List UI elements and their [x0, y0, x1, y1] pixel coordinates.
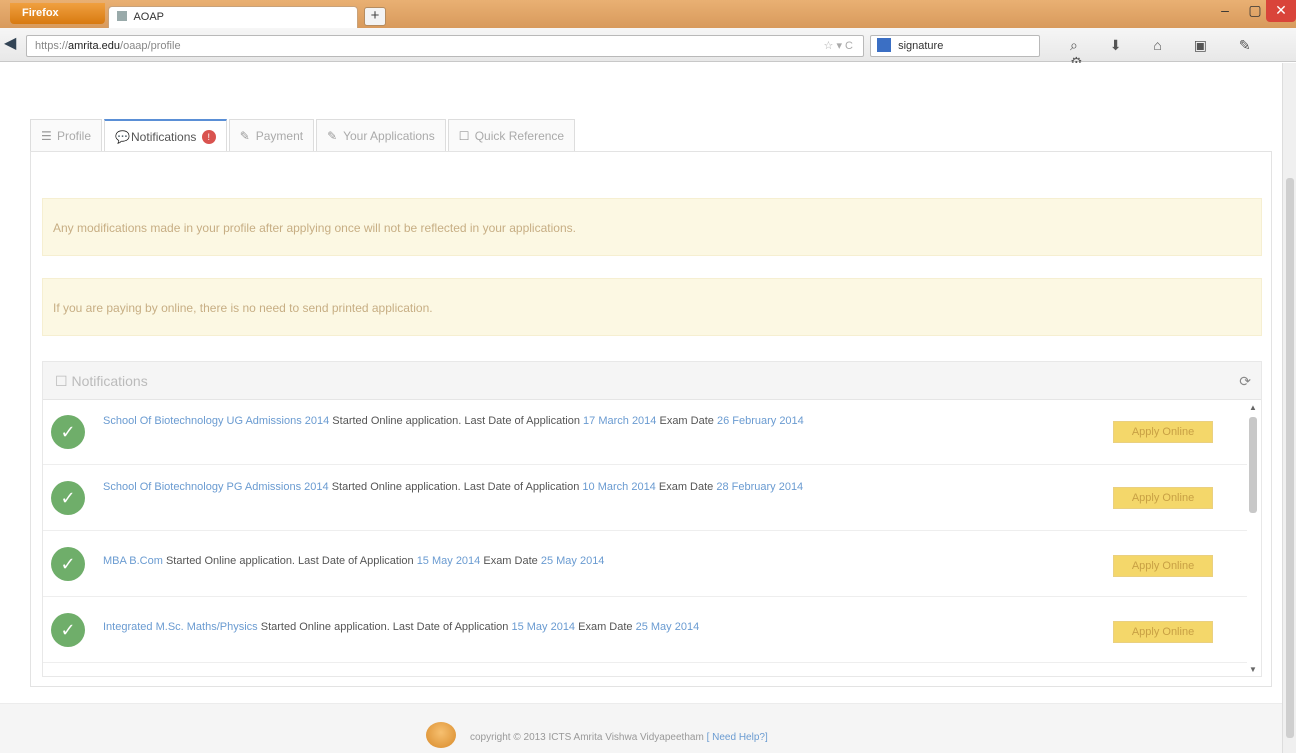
check-icon: ✓	[51, 415, 85, 449]
browser-tab[interactable]: AOAP	[108, 6, 358, 28]
page-content: ☰ Profile 💬Notifications ! ✎ Payment ✎ Your…	[0, 63, 1282, 753]
program-link[interactable]: MBA B.Com	[103, 555, 163, 567]
apply-online-button[interactable]: Apply Online	[1113, 621, 1213, 643]
firefox-menu-button[interactable]: Firefox	[10, 3, 105, 24]
book-icon: ☐	[458, 129, 470, 143]
notifications-box: ☐ Notifications ⟳ ✓ School Of Biotechnol…	[42, 361, 1262, 677]
comment-icon: ☐	[55, 373, 72, 389]
notifications-scrollbar[interactable]: ▲ ▼	[1247, 401, 1261, 676]
notification-body: Started Online application. Last Date of…	[329, 415, 584, 427]
apply-online-button[interactable]: Apply Online	[1113, 487, 1213, 509]
tab-your-applications[interactable]: ✎ Your Applications	[316, 119, 446, 151]
profile-modification-alert: Any modifications made in your profile a…	[42, 198, 1262, 256]
notification-body: Started Online application. Last Date of…	[162, 555, 417, 567]
exam-date-label: Exam Date	[575, 621, 636, 633]
edit-icon[interactable]: ✎	[1239, 37, 1265, 54]
last-date: 15 May 2014	[511, 621, 576, 633]
url-prefix: https://	[35, 40, 69, 52]
notification-text: MBA B.Com Started Online application. La…	[103, 551, 903, 571]
list-item: ✓ MBA B.Com Started Online application. …	[43, 533, 1247, 597]
apply-online-button[interactable]: Apply Online	[1113, 555, 1213, 577]
page-scroll-thumb[interactable]	[1286, 178, 1294, 738]
tab-label: Payment	[255, 129, 304, 143]
address-bar[interactable]: https://amrita.edu/oaap/profile ☆ ▾ C	[26, 35, 864, 57]
exam-date-label: Exam Date	[480, 555, 541, 567]
scroll-down-icon[interactable]: ▼	[1249, 665, 1257, 674]
program-link[interactable]: School Of Biotechnology PG Admissions 20…	[103, 481, 329, 493]
last-date: 17 March 2014	[583, 415, 657, 427]
browser-titlebar: Firefox AOAP + – ▢ ✕	[0, 0, 1296, 28]
program-link[interactable]: School Of Biotechnology UG Admissions 20…	[103, 415, 329, 427]
exam-date: 25 May 2014	[540, 555, 605, 567]
home-icon[interactable]: ⌂	[1153, 37, 1175, 53]
tab-label: Profile	[57, 129, 92, 143]
amrita-logo	[426, 722, 456, 748]
url-tools-icons[interactable]: ☆ ▾ C	[824, 36, 853, 56]
online-payment-alert: If you are paying by online, there is no…	[42, 278, 1262, 336]
browser-tab-title: AOAP	[133, 11, 165, 23]
apply-online-button[interactable]: Apply Online	[1113, 421, 1213, 443]
exam-date: 26 February 2014	[716, 415, 804, 427]
pencil-icon: ✎	[239, 129, 250, 143]
last-date: 15 May 2014	[416, 555, 481, 567]
browser-navbar: ◀ https://amrita.edu/oaap/profile ☆ ▾ C …	[0, 28, 1296, 70]
tab-label: Notifications	[131, 130, 197, 144]
scroll-thumb[interactable]	[1249, 417, 1257, 513]
tab-profile[interactable]: ☰ Profile	[30, 119, 103, 151]
last-date: 10 March 2014	[582, 481, 656, 493]
need-help-link[interactable]: [ Need Help?]	[707, 732, 768, 743]
check-icon: ✓	[51, 547, 85, 581]
download-icon[interactable]: ⬇	[1110, 37, 1136, 54]
tab-label: Your Applications	[343, 129, 435, 143]
minimize-button[interactable]: –	[1210, 0, 1240, 22]
notification-body: Started Online application. Last Date of…	[257, 621, 512, 633]
search-icon[interactable]: ⌕	[1070, 37, 1092, 54]
exam-date: 25 May 2014	[635, 621, 700, 633]
list-item: ✓ School Of Biotechnology PG Admissions …	[43, 467, 1247, 531]
tab-notifications[interactable]: 💬Notifications !	[104, 119, 227, 152]
profile-tabs: ☰ Profile 💬Notifications ! ✎ Payment ✎ Your…	[30, 119, 577, 152]
search-bar[interactable]: signature	[870, 35, 1040, 57]
tab-label: Quick Reference	[474, 129, 565, 143]
exam-date-label: Exam Date	[656, 415, 717, 427]
exam-date: 28 February 2014	[716, 481, 804, 493]
url-domain: amrita.edu	[68, 40, 121, 52]
notifications-title: Notifications	[71, 373, 148, 389]
page-favicon-icon	[117, 11, 127, 21]
tab-payment[interactable]: ✎ Payment	[228, 119, 315, 151]
notification-text: School Of Biotechnology UG Admissions 20…	[103, 411, 903, 431]
tab-quick-reference[interactable]: ☐ Quick Reference	[447, 119, 576, 151]
exam-date-label: Exam Date	[655, 481, 717, 493]
search-bar-text: signature	[898, 40, 944, 52]
notifications-panel: Any modifications made in your profile a…	[30, 151, 1272, 687]
check-icon: ✓	[51, 481, 85, 515]
notification-text: Integrated M.Sc. Maths/Physics Started O…	[103, 617, 903, 637]
refresh-icon[interactable]: ⟳	[1239, 362, 1251, 400]
pencil-icon: ✎	[327, 129, 338, 143]
list-item: ✓ Integrated M.Sc. Maths/Physics Started…	[43, 599, 1247, 663]
page-scrollbar[interactable]	[1282, 63, 1296, 753]
scroll-up-icon[interactable]: ▲	[1249, 403, 1257, 412]
notification-badge: !	[201, 130, 216, 144]
program-link[interactable]: Integrated M.Sc. Maths/Physics	[103, 621, 258, 633]
notifications-list: ✓ School Of Biotechnology UG Admissions …	[43, 401, 1247, 676]
url-path: /oaap/profile	[120, 40, 181, 52]
list-item: ✓ School Of Biotechnology UG Admissions …	[43, 401, 1247, 465]
search-engine-icon[interactable]	[877, 38, 891, 52]
notification-body: Started Online application. Last Date of…	[328, 481, 583, 493]
notifications-header: ☐ Notifications ⟳	[43, 362, 1261, 400]
page-footer: copyright © 2013 ICTS Amrita Vishwa Vidy…	[0, 703, 1282, 753]
close-window-button[interactable]: ✕	[1266, 0, 1296, 22]
copyright-text: copyright © 2013 ICTS Amrita Vishwa Vidy…	[470, 732, 768, 743]
comment-icon: 💬	[115, 130, 130, 144]
screenshot-icon[interactable]: ▣	[1194, 37, 1221, 54]
notification-text: School Of Biotechnology PG Admissions 20…	[103, 477, 903, 497]
check-icon: ✓	[51, 613, 85, 647]
new-tab-button[interactable]: +	[364, 7, 386, 26]
copyright-label: copyright © 2013 ICTS Amrita Vishwa Vidy…	[470, 732, 704, 743]
profile-icon: ☰	[41, 129, 52, 143]
back-button[interactable]: ◀	[4, 34, 26, 56]
